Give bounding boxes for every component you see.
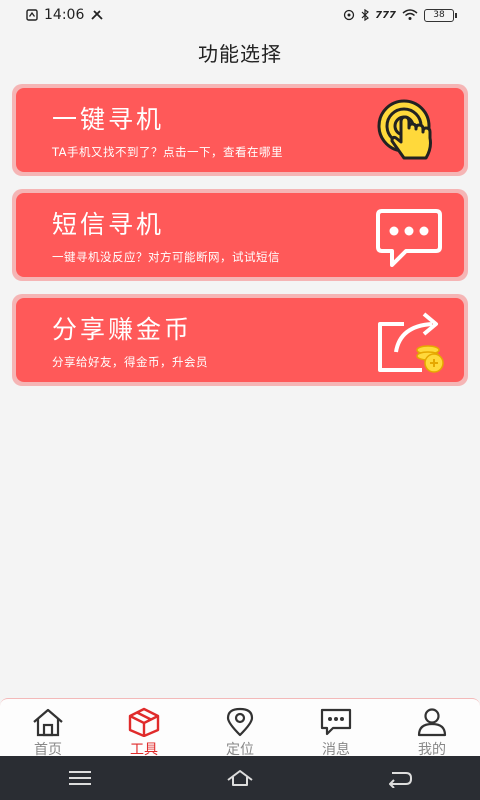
page-title: 功能选择 <box>198 42 282 66</box>
card-title: 分享赚金币 <box>52 315 193 344</box>
card-inner: 一键寻机 TA手机又找不到了？点击一下，查看在哪里 <box>16 88 464 172</box>
card-share-earn[interactable]: 分享赚金币 分享给好友，得金币，升会员 <box>12 294 468 386</box>
card-one-click-find[interactable]: 一键寻机 TA手机又找不到了？点击一下，查看在哪里 <box>12 84 468 176</box>
tab-messages[interactable]: 消息 <box>296 707 376 759</box>
card-inner: 短信寻机 一键寻机没反应？对方可能断网，试试短信 <box>16 193 464 277</box>
location-pin-icon <box>226 707 254 737</box>
message-icon <box>320 708 352 736</box>
toolbox-icon <box>128 707 160 737</box>
card-subtitle: TA手机又找不到了？点击一下，查看在哪里 <box>52 145 283 159</box>
card-text: 短信寻机 一键寻机没反应？对方可能断网，试试短信 <box>52 205 280 265</box>
card-inner: 分享赚金币 分享给好友，得金币，升会员 <box>16 298 464 382</box>
card-subtitle: 分享给好友，得金币，升会员 <box>52 355 208 369</box>
home-icon <box>33 708 63 737</box>
card-subtitle: 一键寻机没反应？对方可能断网，试试短信 <box>52 250 280 264</box>
tab-profile[interactable]: 我的 <box>392 707 472 759</box>
sms-bubble-icon <box>374 203 444 269</box>
notification-icon <box>26 9 38 21</box>
card-title: 短信寻机 <box>52 210 165 239</box>
location-status-icon <box>343 9 355 21</box>
battery-icon: 38 <box>424 8 457 22</box>
bluetooth-icon <box>361 9 370 21</box>
tap-hand-icon <box>374 98 444 164</box>
network-label: 777 <box>375 9 396 21</box>
share-coins-icon <box>374 308 444 374</box>
card-text: 一键寻机 TA手机又找不到了？点击一下，查看在哪里 <box>52 100 283 160</box>
status-right: 777 38 <box>343 8 457 22</box>
tools-icon <box>90 9 104 21</box>
tab-location[interactable]: 定位 <box>200 707 280 759</box>
system-nav-bar <box>0 756 480 800</box>
wifi-icon <box>402 9 418 21</box>
tab-tools[interactable]: 工具 <box>104 707 184 759</box>
status-bar: 14:06 777 38 <box>0 0 480 30</box>
card-text: 分享赚金币 分享给好友，得金币，升会员 <box>52 310 208 370</box>
menu-icon[interactable] <box>66 768 94 788</box>
back-icon[interactable] <box>386 768 414 788</box>
bottom-tab-bar: 首页 工具 定位 消息 我的 <box>0 698 480 759</box>
home-button-icon[interactable] <box>226 768 254 788</box>
user-icon <box>417 708 447 737</box>
status-left: 14:06 <box>26 7 104 23</box>
card-title: 一键寻机 <box>52 105 165 134</box>
card-sms-find[interactable]: 短信寻机 一键寻机没反应？对方可能断网，试试短信 <box>12 189 468 281</box>
tab-home[interactable]: 首页 <box>8 707 88 759</box>
battery-level: 38 <box>433 10 445 20</box>
status-time: 14:06 <box>44 7 85 23</box>
